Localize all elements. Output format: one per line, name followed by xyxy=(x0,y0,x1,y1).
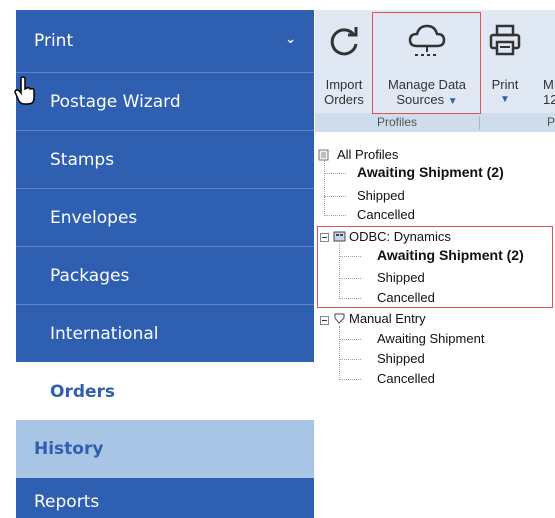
manage-data-sources-button[interactable]: Manage Data Sources ▼ xyxy=(373,10,481,113)
group-separator xyxy=(479,116,480,130)
tree-connector xyxy=(339,278,361,279)
print-button[interactable]: Print ▼ xyxy=(481,10,529,113)
cloud-icon xyxy=(408,24,446,56)
sidebar-item-packages[interactable]: Packages xyxy=(16,246,314,304)
tree-connector xyxy=(339,256,361,257)
tree-connector xyxy=(324,196,346,197)
sidebar-item-orders[interactable]: Orders xyxy=(16,362,314,420)
database-icon xyxy=(333,231,346,242)
import-label-line2: Orders xyxy=(324,92,364,107)
tree-item-manual-shipped[interactable]: Shipped xyxy=(377,350,425,367)
tree-item-label: Cancelled xyxy=(377,290,435,305)
tree-item-label: Cancelled xyxy=(377,371,435,386)
tree-item-label: Shipped xyxy=(357,188,405,203)
sidebar-item-stamps[interactable]: Stamps xyxy=(16,130,314,188)
sidebar-item-history[interactable]: History xyxy=(16,420,314,478)
sidebar-item-label: Orders xyxy=(50,381,116,402)
tree-connector xyxy=(339,244,340,299)
sidebar-nav: Print ⌄ Postage Wizard Stamps Envelopes … xyxy=(0,0,315,518)
tree-connector xyxy=(339,359,361,360)
sidebar-item-label: Packages xyxy=(50,265,130,286)
tree-connector xyxy=(324,160,325,216)
tree-item-manual-cancelled[interactable]: Cancelled xyxy=(377,370,435,387)
dropdown-arrow-icon: ▼ xyxy=(447,96,458,107)
tree-connector xyxy=(339,326,340,380)
manage-label-line1: Manage Data xyxy=(387,77,467,92)
tree-item-odbc-cancelled[interactable]: Cancelled xyxy=(377,289,435,306)
print-label: Print xyxy=(491,77,519,92)
tree-item-label: Manual Entry xyxy=(349,311,426,326)
tree-item-label: Shipped xyxy=(377,351,425,366)
tree-connector xyxy=(339,298,361,299)
sidebar-item-envelopes[interactable]: Envelopes xyxy=(16,188,314,246)
tree-connector xyxy=(324,215,346,216)
printer-icon xyxy=(489,24,521,56)
tree-item-label: Cancelled xyxy=(357,207,415,222)
more-label-line2: 12 xyxy=(543,92,555,107)
ribbon-group-bar: Profiles P xyxy=(315,113,555,132)
tree-item-odbc-awaiting[interactable]: Awaiting Shipment (2) xyxy=(377,247,524,264)
sidebar-item-label: Stamps xyxy=(50,149,115,170)
profiles-tree: All Profiles Awaiting Shipment (2) Shipp… xyxy=(315,140,555,504)
chevron-down-icon: ⌄ xyxy=(285,32,296,47)
group-label-partial: P xyxy=(547,115,555,129)
ribbon-top-strip xyxy=(315,0,555,10)
tree-item-label: ODBC: Dynamics xyxy=(349,229,451,244)
dropdown-arrow-icon: ▼ xyxy=(500,94,510,105)
tree-item-all-awaiting[interactable]: Awaiting Shipment (2) xyxy=(357,164,504,181)
tree-item-manual-awaiting[interactable]: Awaiting Shipment xyxy=(377,330,484,347)
tree-item-label: Awaiting Shipment (2) xyxy=(377,247,524,263)
more-button[interactable]: M 12 xyxy=(529,10,555,113)
tree-connector xyxy=(324,173,346,174)
sidebar-item-label: International xyxy=(50,323,159,344)
sidebar-item-international[interactable]: International xyxy=(16,304,314,362)
tree-connector xyxy=(339,339,361,340)
sidebar-item-label: Envelopes xyxy=(50,207,138,228)
ribbon-toolbar: Import Orders Manage Data Sources ▼ Prin… xyxy=(315,0,555,132)
collapse-toggle-icon[interactable] xyxy=(320,233,329,242)
tree-item-label: Awaiting Shipment xyxy=(377,331,485,346)
sidebar-item-label: History xyxy=(34,439,104,459)
sidebar-item-reports[interactable]: Reports xyxy=(16,478,314,518)
manage-label-line2: Sources xyxy=(396,92,445,107)
tag-icon xyxy=(334,313,345,324)
tree-item-label: Shipped xyxy=(377,270,425,285)
sidebar-item-print[interactable]: Print ⌄ xyxy=(16,10,314,72)
tree-item-all-cancelled[interactable]: Cancelled xyxy=(357,206,415,223)
tree-connector xyxy=(339,379,361,380)
tree-item-all-profiles[interactable]: All Profiles xyxy=(337,146,398,163)
import-orders-button[interactable]: Import Orders xyxy=(315,10,373,113)
tree-item-odbc-shipped[interactable]: Shipped xyxy=(377,269,425,286)
sidebar-item-label: Postage Wizard xyxy=(50,91,181,112)
tree-item-manual-entry[interactable]: Manual Entry xyxy=(349,310,426,327)
group-label-profiles: Profiles xyxy=(376,115,417,129)
tree-item-label: Awaiting Shipment (2) xyxy=(357,164,504,180)
hand-pointer-icon xyxy=(14,76,35,105)
import-label-line1: Import xyxy=(325,77,363,92)
tree-item-odbc-dynamics[interactable]: ODBC: Dynamics xyxy=(349,228,451,245)
sidebar-item-label: Print xyxy=(34,31,74,51)
sidebar-item-label: Reports xyxy=(34,492,100,512)
refresh-icon xyxy=(330,27,358,56)
tree-item-all-shipped[interactable]: Shipped xyxy=(357,187,405,204)
sidebar-item-postage-wizard[interactable]: Postage Wizard xyxy=(16,72,314,130)
tree-item-label: All Profiles xyxy=(337,147,399,162)
collapse-toggle-icon[interactable] xyxy=(320,316,329,325)
more-label-line1: M xyxy=(543,77,554,92)
